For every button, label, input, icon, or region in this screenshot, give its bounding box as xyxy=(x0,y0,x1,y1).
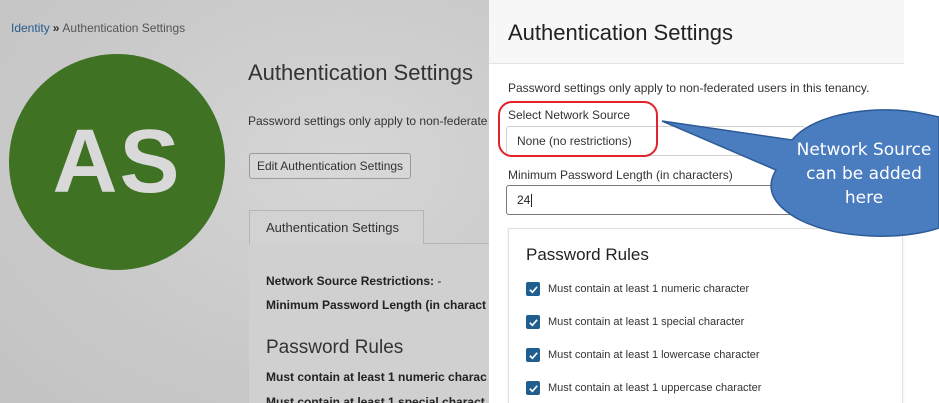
rule-numeric-text: Must contain at least 1 numeric charac xyxy=(266,370,487,384)
rule-lowercase: Must contain at least 1 lowercase charac… xyxy=(526,347,760,363)
rule-numeric-checkbox[interactable] xyxy=(526,282,540,296)
edit-authentication-settings-button[interactable]: Edit Authentication Settings xyxy=(249,153,411,179)
panel-description: Password settings only apply to non-fede… xyxy=(508,81,870,95)
rule-uppercase-label: Must contain at least 1 uppercase charac… xyxy=(548,382,762,394)
highlight-ring xyxy=(498,101,658,157)
rule-special-label: Must contain at least 1 special characte… xyxy=(548,316,745,328)
callout-line-1: Network Source xyxy=(796,140,932,160)
breadcrumb-identity-link[interactable]: Identity xyxy=(11,21,50,35)
panel-title: Authentication Settings xyxy=(508,20,734,45)
checkmark-icon xyxy=(528,285,538,293)
checkmark-icon xyxy=(528,351,538,359)
page-description: Password settings only apply to non-fede… xyxy=(248,114,488,128)
checkmark-icon xyxy=(528,384,538,392)
network-source-restrictions-value: - xyxy=(437,274,442,288)
rule-lowercase-checkbox[interactable] xyxy=(526,348,540,362)
minimum-password-length-field-label: Minimum Password Length (in characters) xyxy=(508,168,733,182)
breadcrumb-separator: » xyxy=(52,21,60,35)
password-rules-title: Password Rules xyxy=(526,245,649,264)
panel-header: Authentication Settings xyxy=(489,0,904,64)
avatar: AS xyxy=(9,54,225,270)
minimum-password-length-value: 24 xyxy=(517,193,531,207)
page-title: Authentication Settings xyxy=(248,60,474,85)
password-rules-heading: Password Rules xyxy=(266,337,404,358)
text-caret xyxy=(531,194,533,208)
checkmark-icon xyxy=(528,318,538,326)
callout-line-3: here xyxy=(844,188,884,208)
breadcrumb: Identity» Authentication Settings xyxy=(11,21,185,35)
rule-uppercase-checkbox[interactable] xyxy=(526,381,540,395)
rule-lowercase-label: Must contain at least 1 lowercase charac… xyxy=(548,349,760,361)
rule-numeric-label: Must contain at least 1 numeric characte… xyxy=(548,283,750,295)
callout-line-2: can be added xyxy=(806,164,922,184)
background-page: Identity» Authentication Settings AS Auth… xyxy=(0,0,490,403)
tab-authentication-settings[interactable]: Authentication Settings xyxy=(249,210,424,244)
rule-special-text: Must contain at least 1 special charact xyxy=(266,395,485,403)
network-source-restrictions-label: Network Source Restrictions: xyxy=(266,274,435,288)
callout-text: Network Source can be added here xyxy=(790,138,938,210)
password-rules-card: Password Rules Must contain at least 1 n… xyxy=(508,228,903,403)
minimum-password-length-label: Minimum Password Length (in charact xyxy=(266,298,487,312)
network-source-restrictions-row: Network Source Restrictions: - xyxy=(266,274,441,288)
rule-numeric: Must contain at least 1 numeric characte… xyxy=(526,281,749,297)
breadcrumb-current: Authentication Settings xyxy=(62,21,186,35)
minimum-password-length-input[interactable]: 24 xyxy=(506,185,806,215)
avatar-initials: AS xyxy=(52,111,182,212)
rule-special-checkbox[interactable] xyxy=(526,315,540,329)
rule-uppercase: Must contain at least 1 uppercase charac… xyxy=(526,380,761,396)
rule-special: Must contain at least 1 special characte… xyxy=(526,314,744,330)
